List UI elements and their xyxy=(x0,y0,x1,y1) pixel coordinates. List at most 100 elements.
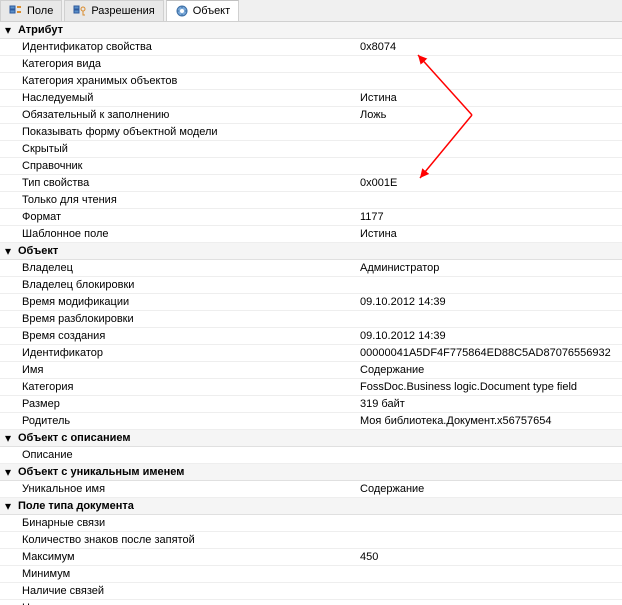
property-label: Только для чтения xyxy=(0,194,358,206)
section-object-desc-title: Объект с описанием xyxy=(18,432,130,444)
property-label: Описание xyxy=(0,449,358,461)
property-row[interactable]: Наличие связей xyxy=(0,583,622,600)
property-row[interactable]: Обязательный к заполнениюЛожь xyxy=(0,107,622,124)
property-label: Идентификатор xyxy=(0,347,358,359)
property-row[interactable]: Формат1177 xyxy=(0,209,622,226)
property-value[interactable]: 09.10.2012 14:39 xyxy=(358,296,622,308)
property-row[interactable]: ВладелецАдминистратор xyxy=(0,260,622,277)
property-value[interactable]: 00000041A5DF4F775864ED88C5AD87076556932 xyxy=(358,347,622,359)
property-label: Обязательный к заполнению xyxy=(0,109,358,121)
property-label: Время модификации xyxy=(0,296,358,308)
property-label: Бинарные связи xyxy=(0,517,358,529)
property-row[interactable]: Скрытый xyxy=(0,141,622,158)
section-doc-field[interactable]: ▾ Поле типа документа xyxy=(0,498,622,515)
property-value[interactable]: 450 xyxy=(358,551,622,563)
property-row[interactable]: Уникальное имяСодержание xyxy=(0,481,622,498)
tab-field[interactable]: Поле xyxy=(0,0,62,21)
property-row[interactable]: Размер319 байт xyxy=(0,396,622,413)
property-value[interactable]: Администратор xyxy=(358,262,622,274)
section-object-desc[interactable]: ▾ Объект с описанием xyxy=(0,430,622,447)
section-doc-field-title: Поле типа документа xyxy=(18,500,134,512)
property-row[interactable]: ИмяСодержание xyxy=(0,362,622,379)
property-row[interactable]: Идентификатор свойства0x8074 xyxy=(0,39,622,56)
property-label: Тип свойства xyxy=(0,177,358,189)
property-label: Размер xyxy=(0,398,358,410)
property-row[interactable]: Шаблонное полеИстина xyxy=(0,226,622,243)
property-row[interactable]: Категория хранимых объектов xyxy=(0,73,622,90)
property-value[interactable]: Содержание xyxy=(358,483,622,495)
property-value[interactable]: 09.10.2012 14:39 xyxy=(358,330,622,342)
property-value[interactable]: 319 байт xyxy=(358,398,622,410)
property-row[interactable]: Идентификатор00000041A5DF4F775864ED88C5A… xyxy=(0,345,622,362)
collapse-icon[interactable]: ▾ xyxy=(2,245,14,257)
property-label: Наследуемый xyxy=(0,92,358,104)
property-row[interactable]: Описание xyxy=(0,447,622,464)
property-value[interactable]: FossDoc.Business logic.Document type fie… xyxy=(358,381,622,393)
field-icon xyxy=(9,4,23,18)
property-label: Шаблонное поле xyxy=(0,228,358,240)
tab-object-label: Объект xyxy=(193,5,230,17)
property-row[interactable]: Время создания09.10.2012 14:39 xyxy=(0,328,622,345)
property-row[interactable]: Время разблокировки xyxy=(0,311,622,328)
property-row[interactable]: РодительМоя библиотека.Документ.x5675765… xyxy=(0,413,622,430)
section-object-unique[interactable]: ▾ Объект с уникальным именем xyxy=(0,464,622,481)
property-row[interactable]: НаследуемыйИстина xyxy=(0,90,622,107)
property-label: Формат xyxy=(0,211,358,223)
property-value[interactable]: Содержание xyxy=(358,364,622,376)
property-value[interactable]: Истина xyxy=(358,92,622,104)
tab-object[interactable]: Объект xyxy=(166,0,239,21)
property-label: Минимум xyxy=(0,568,358,580)
property-label: Справочник xyxy=(0,160,358,172)
collapse-icon[interactable]: ▾ xyxy=(2,466,14,478)
property-label: Наличие связей xyxy=(0,585,358,597)
property-row[interactable]: Показывать форму объектной модели xyxy=(0,124,622,141)
section-object[interactable]: ▾ Объект xyxy=(0,243,622,260)
property-row[interactable]: Не учитывать международное время xyxy=(0,600,622,605)
permissions-icon xyxy=(73,4,87,18)
property-label: Показывать форму объектной модели xyxy=(0,126,358,138)
property-value[interactable]: Ложь xyxy=(358,109,622,121)
tab-permissions[interactable]: Разрешения xyxy=(64,0,163,21)
tab-field-label: Поле xyxy=(27,5,53,17)
property-row[interactable]: Тип свойства0x001E xyxy=(0,175,622,192)
property-label: Время создания xyxy=(0,330,358,342)
property-row[interactable]: Категория вида xyxy=(0,56,622,73)
object-icon xyxy=(175,4,189,18)
property-row[interactable]: Владелец блокировки xyxy=(0,277,622,294)
property-value[interactable]: 1177 xyxy=(358,211,622,223)
section-attribute[interactable]: ▾ Атрибут xyxy=(0,22,622,39)
property-row[interactable]: Только для чтения xyxy=(0,192,622,209)
property-row[interactable]: Минимум xyxy=(0,566,622,583)
property-value[interactable]: 0x001E xyxy=(358,177,622,189)
property-label: Скрытый xyxy=(0,143,358,155)
property-label: Имя xyxy=(0,364,358,376)
collapse-icon[interactable]: ▾ xyxy=(2,500,14,512)
collapse-icon[interactable]: ▾ xyxy=(2,24,14,36)
section-object-title: Объект xyxy=(18,245,58,257)
property-label: Уникальное имя xyxy=(0,483,358,495)
property-row[interactable]: Количество знаков после запятой xyxy=(0,532,622,549)
property-label: Категория вида xyxy=(0,58,358,70)
property-grid[interactable]: ▾ Атрибут Идентификатор свойства0x8074 К… xyxy=(0,22,622,605)
property-label: Родитель xyxy=(0,415,358,427)
tab-permissions-label: Разрешения xyxy=(91,5,154,17)
collapse-icon[interactable]: ▾ xyxy=(2,432,14,444)
property-label: Идентификатор свойства xyxy=(0,41,358,53)
property-label: Количество знаков после запятой xyxy=(0,534,358,546)
property-value[interactable]: 0x8074 xyxy=(358,41,622,53)
property-label: Категория xyxy=(0,381,358,393)
property-label: Время разблокировки xyxy=(0,313,358,325)
section-attribute-title: Атрибут xyxy=(18,24,63,36)
property-label: Максимум xyxy=(0,551,358,563)
property-label: Владелец блокировки xyxy=(0,279,358,291)
property-row[interactable]: Справочник xyxy=(0,158,622,175)
property-row[interactable]: Максимум450 xyxy=(0,549,622,566)
section-object-unique-title: Объект с уникальным именем xyxy=(18,466,184,478)
property-row[interactable]: Бинарные связи xyxy=(0,515,622,532)
property-value[interactable]: Моя библиотека.Документ.x56757654 xyxy=(358,415,622,427)
property-label: Категория хранимых объектов xyxy=(0,75,358,87)
property-row[interactable]: КатегорияFossDoc.Business logic.Document… xyxy=(0,379,622,396)
property-value[interactable]: Истина xyxy=(358,228,622,240)
property-label: Владелец xyxy=(0,262,358,274)
property-row[interactable]: Время модификации09.10.2012 14:39 xyxy=(0,294,622,311)
